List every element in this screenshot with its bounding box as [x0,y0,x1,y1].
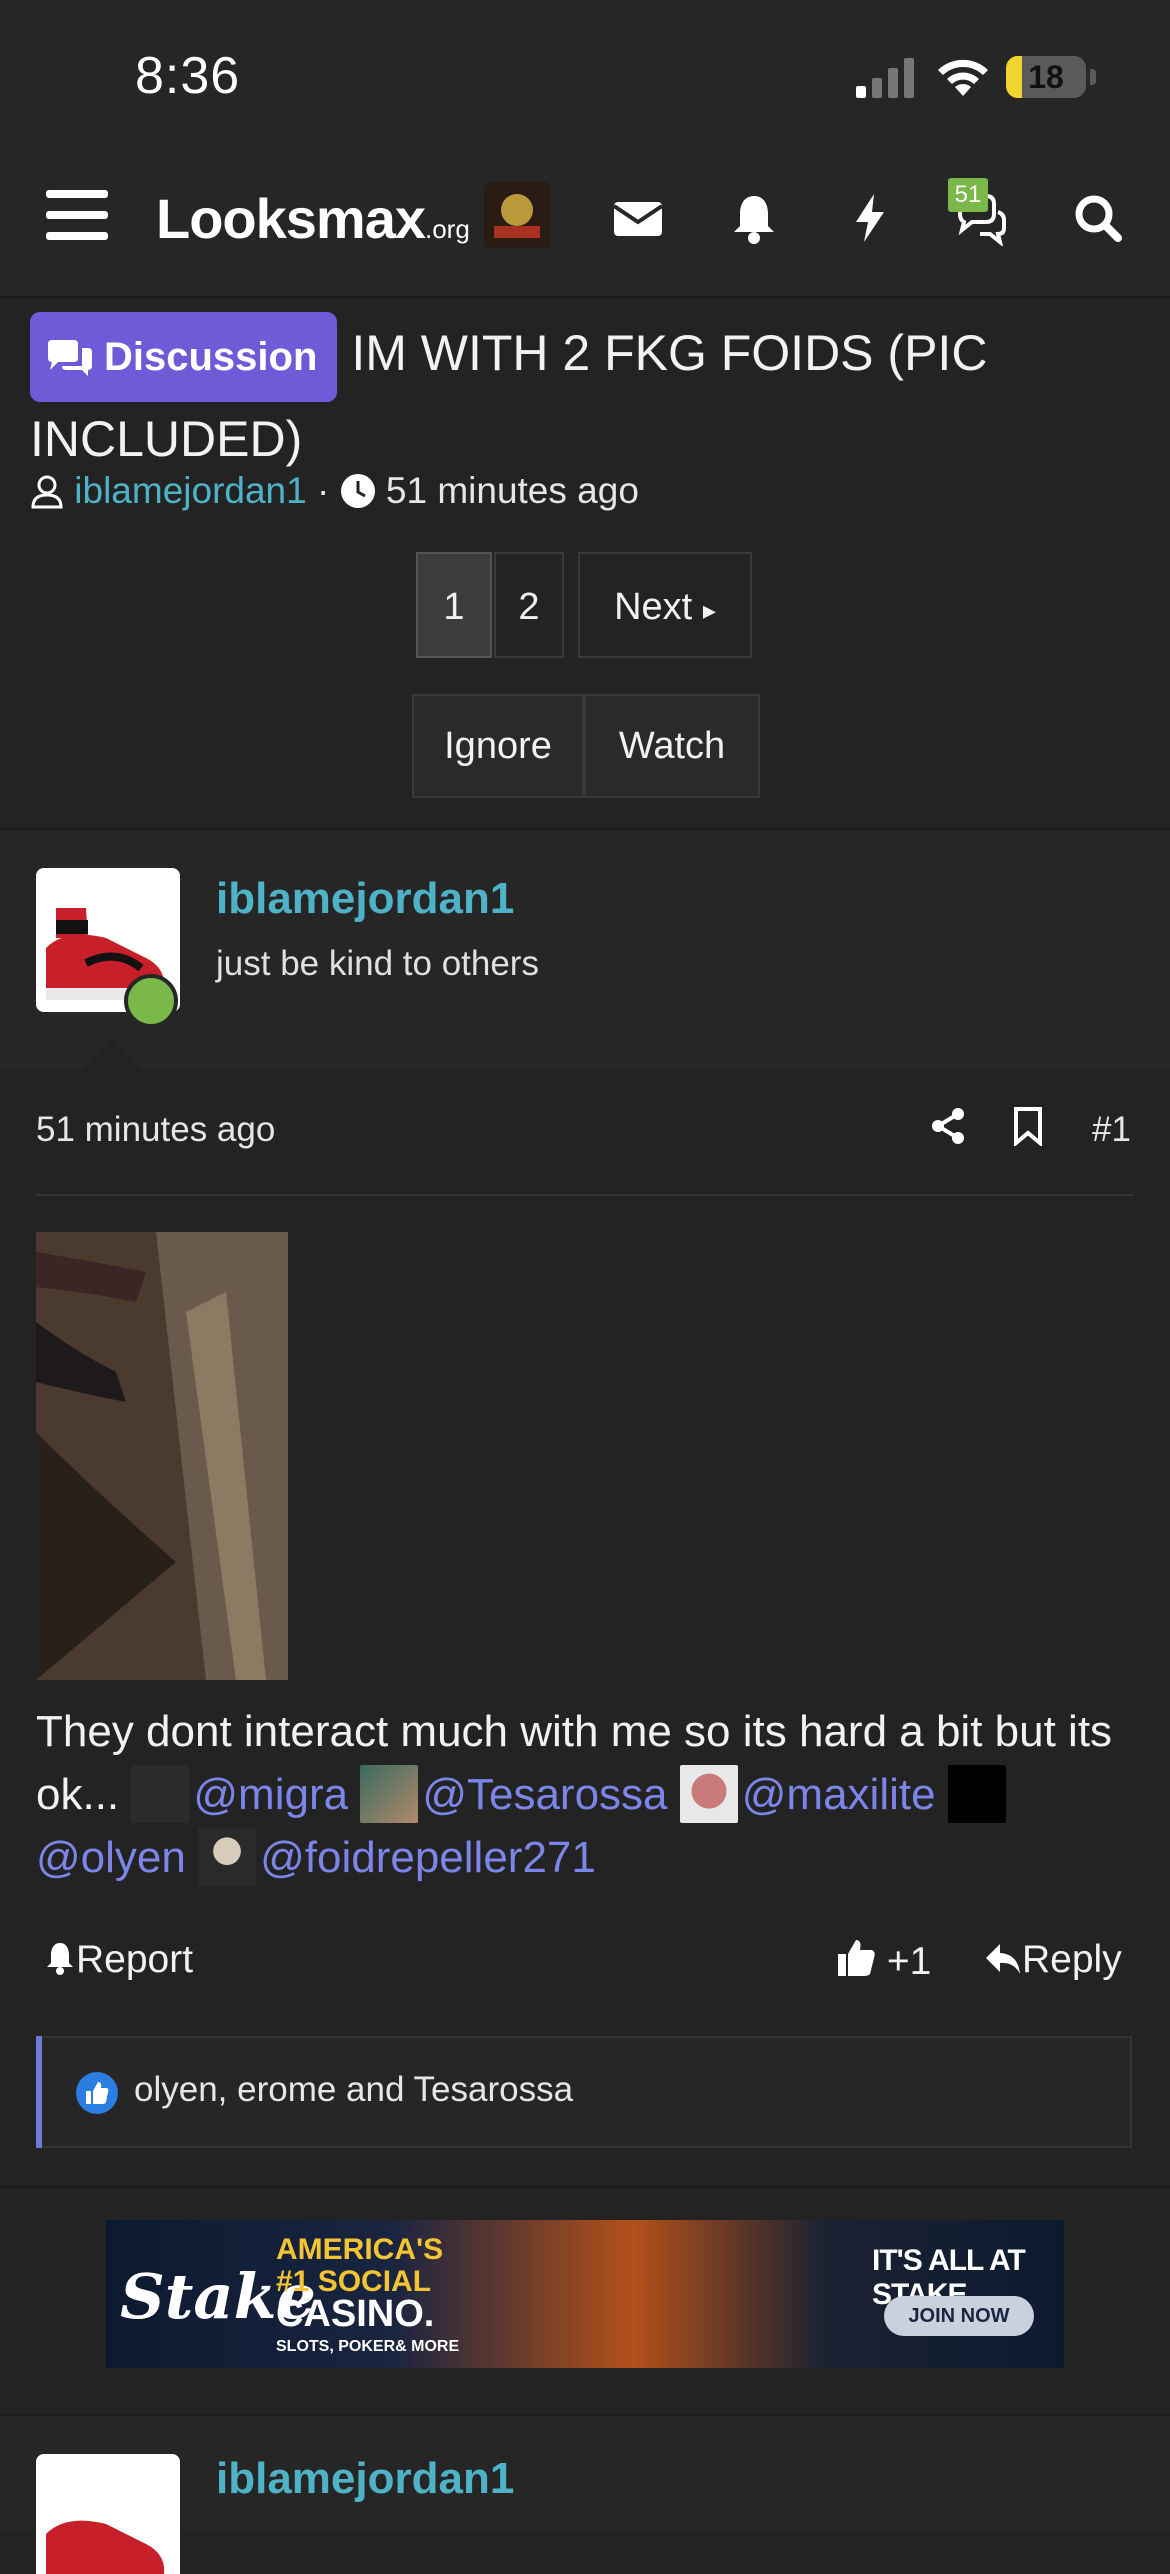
thread-title: Discussion IM WITH 2 FKG FOIDS (PIC INCL… [30,312,987,467]
mention-link[interactable]: @Tesarossa [422,1770,667,1819]
like-reaction-icon [76,2072,118,2114]
user-title: just be kind to others [216,944,539,983]
watch-button[interactable]: Watch [584,694,760,798]
like-count: +1 [886,1940,932,1983]
mention-link[interactable]: @foidrepeller271 [260,1833,596,1882]
reactions-bar[interactable]: olyen, erome and Tesarossa [36,2036,1132,2148]
mention-link[interactable]: @olyen [36,1833,186,1882]
ignore-button[interactable]: Ignore [412,694,584,798]
post-username[interactable]: iblamejordan1 [216,874,514,924]
discussion-prefix-label[interactable]: Discussion [30,312,338,402]
page-2-button[interactable]: 2 [494,552,564,658]
battery-icon: 18 [1006,56,1086,98]
clock-icon [340,474,375,508]
top-navbar: Looksmax.org 51 [0,150,1170,298]
report-button[interactable]: Report [44,1938,193,1982]
mention-avatar [198,1828,257,1886]
comments-icon [48,340,92,376]
user-icon [31,475,63,509]
conversations-count-badge: 51 [948,178,988,212]
post-user-block: iblamejordan1 just be kind to others [0,830,1170,1070]
page-1-button[interactable]: 1 [416,552,492,658]
wifi-icon [938,59,988,96]
mention-link[interactable]: @maxilite [742,1770,936,1819]
ad-subline: SLOTS, POKER& MORE [276,2338,460,2355]
post-attachment-image[interactable] [36,1232,288,1680]
thread-author-link[interactable]: iblamejordan1 [74,470,306,511]
bell-icon [47,1943,73,1975]
mention-avatar [679,1765,738,1823]
mention-link[interactable]: @migra [193,1770,348,1819]
reply-icon [986,1944,1020,1974]
post-body: They dont interact much with me so its h… [36,1700,1136,1889]
post-number[interactable]: #1 [1092,1110,1131,1150]
thread-meta: iblamejordan1 · 51 minutes ago [30,470,639,512]
account-avatar[interactable] [484,182,550,248]
share-icon[interactable] [928,1106,968,1146]
thumbs-up-icon [838,1940,875,1976]
thread-time[interactable]: 51 minutes ago [386,470,639,511]
inbox-icon[interactable] [610,190,666,246]
post-time[interactable]: 51 minutes ago [36,1110,275,1150]
next-post-user-block: iblamejordan1 [0,2416,1170,2574]
caret-right-icon: ▸ [702,595,716,625]
menu-icon[interactable] [46,190,108,248]
reactions-users[interactable]: olyen, erome and Tesarossa [134,2070,573,2110]
reply-button[interactable]: Reply [984,1938,1122,1982]
ad-join-button[interactable]: JOIN NOW [884,2296,1034,2336]
mention-avatar [131,1765,190,1823]
stake-ad-banner[interactable]: Stake AMERICA'S #1 SOCIAL CASINO. SLOTS,… [106,2220,1064,2368]
status-bar: 8:36 18 [0,0,1170,150]
like-button[interactable]: +1 [836,1938,931,1984]
battery-level: 18 [1028,59,1064,95]
cellular-signal-icon [856,58,914,98]
online-status-indicator [124,974,178,1028]
bookmark-icon[interactable] [1010,1106,1046,1146]
mention-avatar [947,1765,1006,1823]
clock: 8:36 [135,47,241,105]
whats-new-lightning-icon[interactable] [842,190,898,246]
next-page-button[interactable]: Next ▸ [578,552,752,658]
meta-separator: · [317,470,330,511]
mention-avatar [360,1765,419,1823]
next-post-username[interactable]: iblamejordan1 [216,2454,514,2504]
site-logo[interactable]: Looksmax.org [156,186,470,251]
ad-headline: AMERICA'S #1 SOCIAL CASINO. [276,2233,444,2335]
thread-header: Discussion IM WITH 2 FKG FOIDS (PIC INCL… [30,312,1140,476]
bell-icon[interactable] [726,190,782,246]
search-icon[interactable] [1070,190,1126,246]
user-avatar[interactable] [36,2454,180,2574]
